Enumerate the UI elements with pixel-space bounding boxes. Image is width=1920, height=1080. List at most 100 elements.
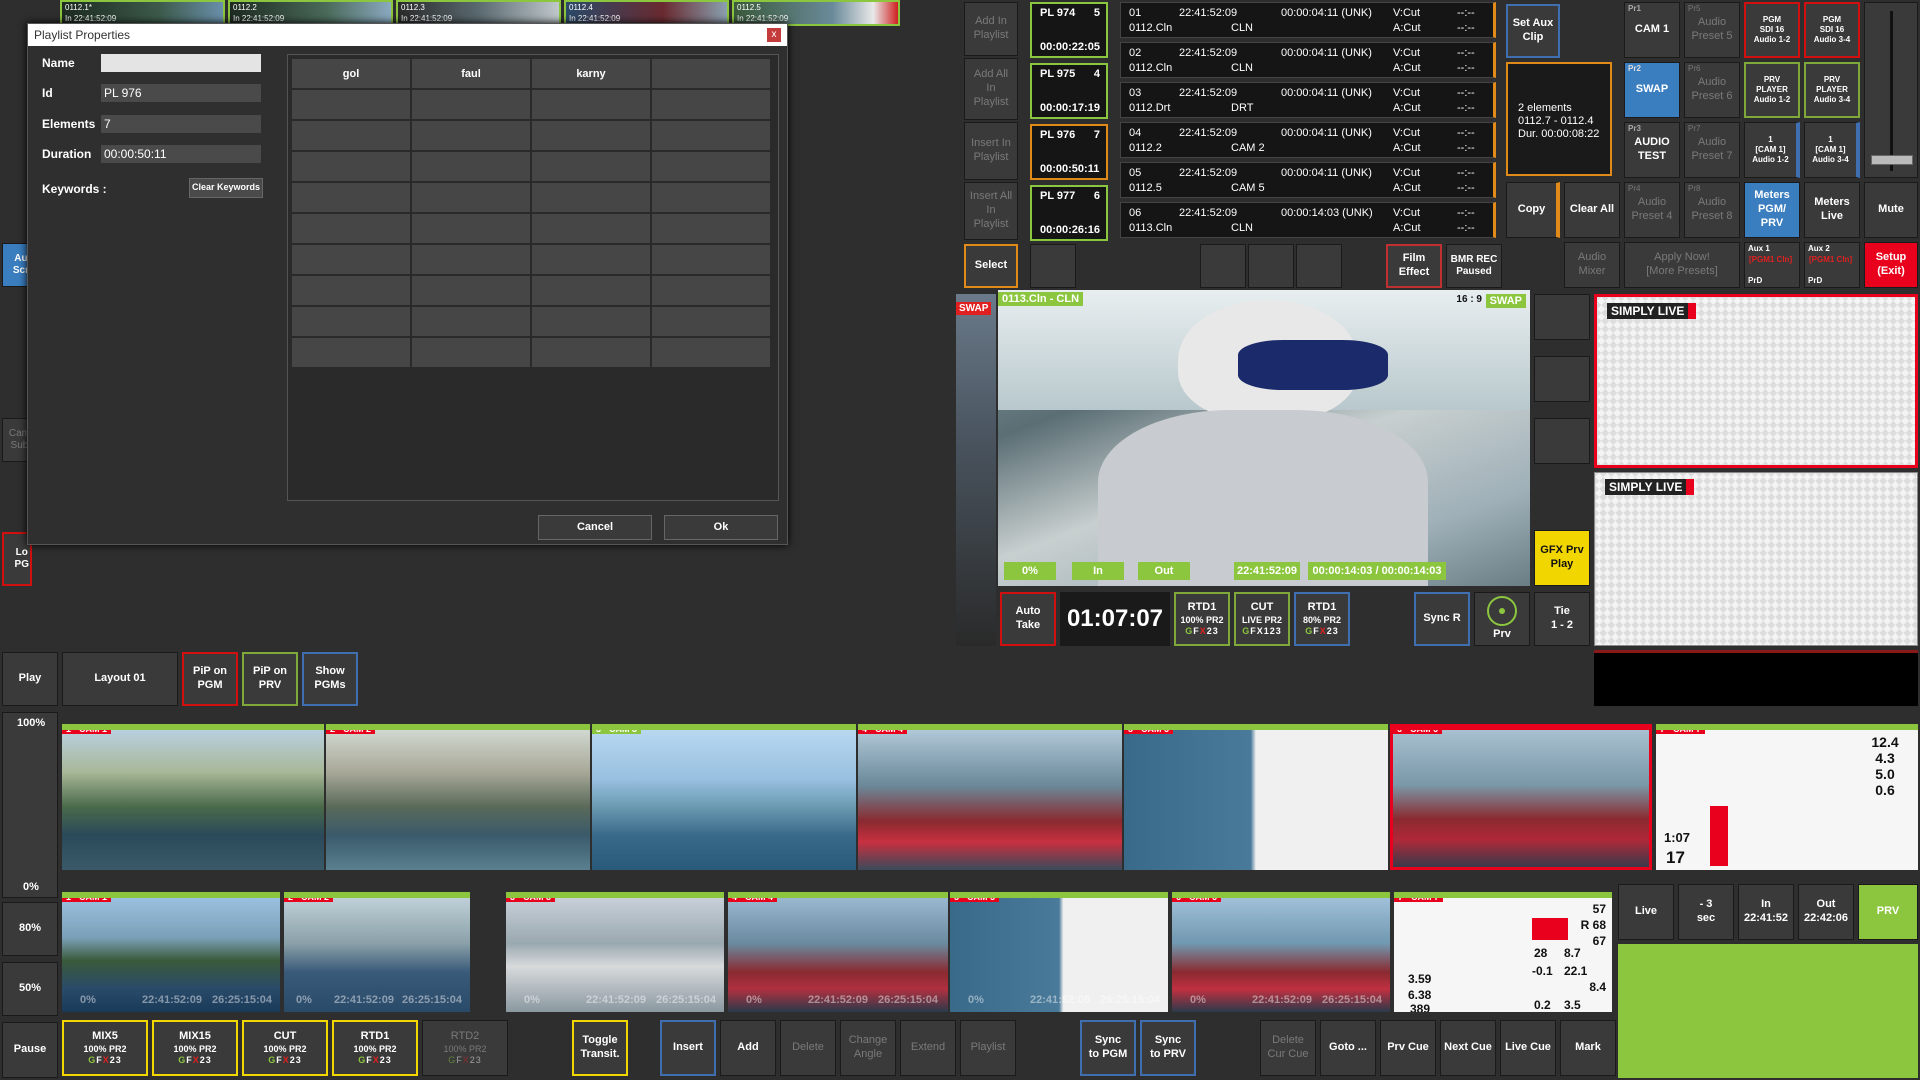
preset-audio-test[interactable]: Pr3 AUDIO TEST: [1624, 122, 1680, 178]
fader-handle[interactable]: [1871, 155, 1913, 165]
camera-tile-small[interactable]: 2 - CAM 2 0% 22:41:52:09 26:25:15:04: [284, 892, 470, 1012]
pip-on-prv-button[interactable]: PiP on PRV: [242, 652, 298, 706]
keyword-cell[interactable]: [532, 90, 650, 119]
preset-audio-5[interactable]: Pr5 Audio Preset 5: [1684, 2, 1740, 58]
audio-route-cam1-1-2[interactable]: 1 [CAM 1] Audio 1-2: [1744, 122, 1800, 178]
select-button[interactable]: Select: [964, 244, 1018, 288]
camera-tile-small[interactable]: 5 - CAM 5 0% 22:41:52:09 26:25:15:04: [950, 892, 1168, 1012]
live-cue-button[interactable]: Live Cue: [1500, 1020, 1556, 1076]
keyword-cell[interactable]: [532, 152, 650, 181]
keyword-cell[interactable]: [412, 214, 530, 243]
duration-field[interactable]: 00:00:50:11: [101, 145, 261, 163]
audio-route-cam1-3-4[interactable]: 1 [CAM 1] Audio 3-4: [1804, 122, 1860, 178]
playlist-item-selected[interactable]: PL 976 7 00:00:50:11: [1030, 124, 1108, 180]
live-button[interactable]: Live: [1618, 884, 1674, 940]
transition-cut[interactable]: CUT 100% PR2 GFX23: [242, 1020, 328, 1076]
delete-cur-cue-button[interactable]: Delete Cur Cue: [1260, 1020, 1316, 1076]
preset-audio-6[interactable]: Pr6 Audio Preset 6: [1684, 62, 1740, 118]
keyword-cell[interactable]: [532, 121, 650, 150]
copy-button[interactable]: Copy: [1506, 182, 1560, 238]
elements-field[interactable]: 7: [101, 115, 261, 133]
speed-50-button[interactable]: 50%: [2, 962, 58, 1016]
film-effect-button[interactable]: Film Effect: [1386, 244, 1442, 288]
transition-mix15[interactable]: MIX15 100% PR2 GFX23: [152, 1020, 238, 1076]
meters-pgm-prv-button[interactable]: Meters PGM/ PRV: [1744, 182, 1800, 238]
keyword-cell[interactable]: [532, 338, 650, 367]
keyword-cell[interactable]: [532, 245, 650, 274]
preset-audio-7[interactable]: Pr7 Audio Preset 7: [1684, 122, 1740, 178]
clip-element[interactable]: 06 22:41:52:09 00:00:14:03 (UNK) 0113.Cl…: [1120, 202, 1496, 238]
camera-tile[interactable]: 5 - CAM 5: [1124, 724, 1388, 870]
keyword-cell[interactable]: [652, 214, 770, 243]
prv-cue-button[interactable]: Prv Cue: [1380, 1020, 1436, 1076]
set-aux-clip-button[interactable]: Set Aux Clip: [1506, 4, 1560, 58]
speed-slider[interactable]: 100% 0%: [2, 712, 58, 898]
aux-2-button[interactable]: Aux 2 [PGM1 Cln] PrD: [1804, 242, 1860, 288]
keyword-cell[interactable]: [532, 183, 650, 212]
playlist-item[interactable]: PL 975 4 00:00:17:19: [1030, 63, 1108, 119]
preset-audio-8[interactable]: Pr8 Audio Preset 8: [1684, 182, 1740, 238]
close-icon[interactable]: x: [767, 28, 781, 42]
audio-route-pgm-1-2[interactable]: PGM SDI 16 Audio 1-2: [1744, 2, 1800, 58]
keyword-cell[interactable]: [412, 245, 530, 274]
keyword-cell[interactable]: [292, 214, 410, 243]
mute-button[interactable]: Mute: [1864, 182, 1918, 238]
main-viewer[interactable]: 0113.Cln - CLN 16 : 9 SWAP 0% In Out 22:…: [998, 290, 1530, 586]
keyword-cell[interactable]: [292, 152, 410, 181]
sync-r-button[interactable]: Sync R: [1414, 592, 1470, 646]
clip-element[interactable]: 03 22:41:52:09 00:00:04:11 (UNK) 0112.Dr…: [1120, 82, 1496, 118]
playlist-item[interactable]: PL 977 6 00:00:26:16: [1030, 185, 1108, 241]
delete-button[interactable]: Delete: [780, 1020, 836, 1076]
keyword-cell[interactable]: [652, 183, 770, 212]
keyword-cell[interactable]: [652, 152, 770, 181]
keyword-cell[interactable]: [292, 338, 410, 367]
play-button[interactable]: Play: [2, 652, 58, 706]
keyword-cell[interactable]: [412, 183, 530, 212]
keyword-cell[interactable]: [292, 245, 410, 274]
sync-to-prv-button[interactable]: Sync to PRV: [1140, 1020, 1196, 1076]
auto-take-button[interactable]: Auto Take: [1000, 592, 1056, 646]
keyword-cell[interactable]: [652, 338, 770, 367]
preset-swap[interactable]: Pr2 SWAP: [1624, 62, 1680, 118]
goto-button[interactable]: Goto ...: [1320, 1020, 1376, 1076]
clip-element[interactable]: 04 22:41:52:09 00:00:04:11 (UNK) 0112.2 …: [1120, 122, 1496, 158]
audio-mixer-button[interactable]: Audio Mixer: [1564, 242, 1620, 288]
minus-3-sec-button[interactable]: - 3 sec: [1678, 884, 1734, 940]
clip-element[interactable]: 05 22:41:52:09 00:00:04:11 (UNK) 0112.5 …: [1120, 162, 1496, 198]
keyword-cell[interactable]: [292, 183, 410, 212]
tie-button[interactable]: Tie 1 - 2: [1534, 592, 1590, 646]
preset-audio-4[interactable]: Pr4 Audio Preset 4: [1624, 182, 1680, 238]
keyword-cell[interactable]: [652, 307, 770, 336]
playlist-item[interactable]: PL 974 5 00:00:22:05: [1030, 2, 1108, 58]
camera-tile-small[interactable]: 3 - CAM 3 0% 22:41:52:09 26:25:15:04: [506, 892, 724, 1012]
gfx-prv-play-button[interactable]: GFX Prv Play: [1534, 530, 1590, 586]
pip-on-pgm-button[interactable]: PiP on PGM: [182, 652, 238, 706]
speed-80-button[interactable]: 80%: [2, 902, 58, 956]
insert-all-in-playlist-button[interactable]: Insert All In Playlist: [964, 182, 1018, 240]
camera-tile[interactable]: 7 - CAM 7 12.4 4.3 5.0 0.6 1:07 17: [1656, 724, 1918, 870]
live-pad[interactable]: [1618, 944, 1918, 1078]
prv-mode-button[interactable]: PRV: [1858, 884, 1918, 940]
transition-rtd1-100[interactable]: RTD1 100% PR2 GFX23: [1174, 592, 1230, 646]
ok-button[interactable]: Ok: [664, 515, 778, 540]
apply-now-button[interactable]: Apply Now! [More Presets]: [1624, 242, 1740, 288]
change-angle-button[interactable]: Change Angle: [840, 1020, 896, 1076]
pause-button[interactable]: Pause: [2, 1022, 58, 1078]
keyword-cell[interactable]: karny: [532, 59, 650, 88]
keyword-cell[interactable]: [532, 307, 650, 336]
keyword-cell[interactable]: [652, 276, 770, 305]
meters-live-button[interactable]: Meters Live: [1804, 182, 1860, 238]
keyword-cell[interactable]: faul: [412, 59, 530, 88]
add-in-playlist-button[interactable]: Add In Playlist: [964, 2, 1018, 56]
transition-rtd1-80[interactable]: RTD1 80% PR2 GFX23: [1294, 592, 1350, 646]
sync-to-pgm-button[interactable]: Sync to PGM: [1080, 1020, 1136, 1076]
keyword-cell[interactable]: [292, 90, 410, 119]
show-pgms-button[interactable]: Show PGMs: [302, 652, 358, 706]
keyword-cell[interactable]: [532, 214, 650, 243]
transition-mix5[interactable]: MIX5 100% PR2 GFX23: [62, 1020, 148, 1076]
keyword-cell[interactable]: [412, 338, 530, 367]
keyword-cell[interactable]: [532, 276, 650, 305]
keyword-cell[interactable]: [292, 307, 410, 336]
mark-button[interactable]: Mark: [1560, 1020, 1616, 1076]
keyword-cell[interactable]: [412, 90, 530, 119]
